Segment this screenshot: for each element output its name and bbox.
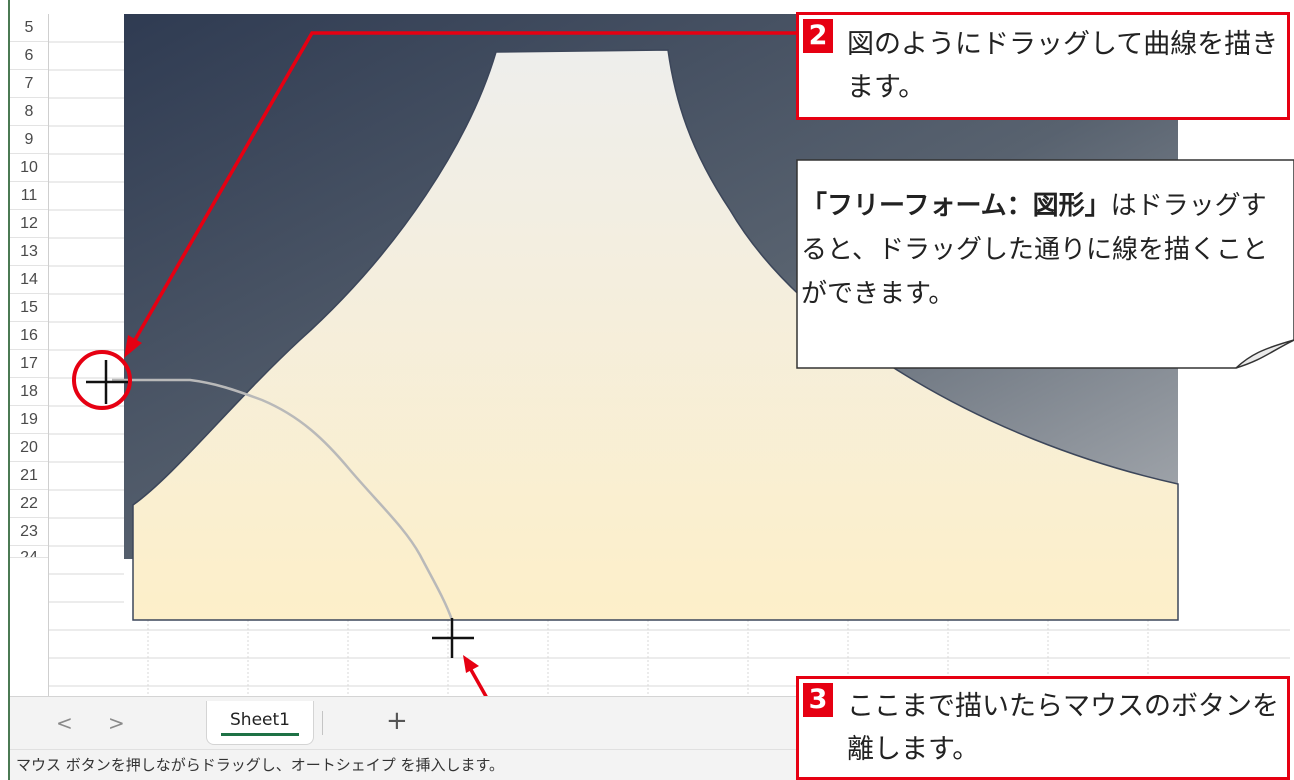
callout-step-3: 3 ここまで描いたらマウスのボタンを離します。 <box>796 676 1290 780</box>
next-sheet-button[interactable]: > <box>108 711 125 735</box>
sheet-tab-sheet1[interactable]: Sheet1 <box>206 701 314 745</box>
row-number[interactable]: 6 <box>10 42 48 70</box>
row-number[interactable]: 18 <box>10 378 48 406</box>
row-number[interactable]: 14 <box>10 266 48 294</box>
row-number[interactable]: 5 <box>10 14 48 42</box>
callout-step-2-text: 図のようにドラッグして曲線を描きます。 <box>847 29 1279 103</box>
callout-step-2: 2 図のようにドラッグして曲線を描きます。 <box>796 12 1290 120</box>
prev-sheet-button[interactable]: < <box>56 711 73 735</box>
note-term: 「フリーフォーム：図形」 <box>801 191 1111 221</box>
row-number[interactable]: 15 <box>10 294 48 322</box>
row-number[interactable]: 22 <box>10 490 48 518</box>
status-message: マウス ボタンを押しながらドラッグし、オートシェイプ を挿入します。 <box>16 756 505 774</box>
tab-divider <box>322 711 323 735</box>
row-number[interactable]: 12 <box>10 210 48 238</box>
row-number[interactable]: 9 <box>10 126 48 154</box>
row-number[interactable]: 11 <box>10 182 48 210</box>
row-number[interactable]: 13 <box>10 238 48 266</box>
row-number[interactable]: 23 <box>10 518 48 546</box>
end-point-crosshair-icon <box>432 618 474 658</box>
excel-window: 5 6 7 8 9 10 11 12 13 14 15 16 17 18 19 20 21 22 23 24 < > … <box>0 0 1294 780</box>
step-2-badge: 2 <box>803 19 833 53</box>
row-number[interactable]: 20 <box>10 434 48 462</box>
row-number[interactable]: 17 <box>10 350 48 378</box>
row-number[interactable]: 19 <box>10 406 48 434</box>
row-number[interactable]: 24 <box>10 546 48 558</box>
add-sheet-button[interactable]: + <box>386 705 408 737</box>
status-bar: マウス ボタンを押しながらドラッグし、オートシェイプ を挿入します。 <box>10 749 800 780</box>
row-number[interactable]: 21 <box>10 462 48 490</box>
sheet-tab-label: Sheet1 <box>230 710 290 730</box>
active-tab-indicator <box>221 733 299 736</box>
row-number[interactable]: 10 <box>10 154 48 182</box>
row-number[interactable]: 8 <box>10 98 48 126</box>
row-number[interactable]: 16 <box>10 322 48 350</box>
callout-step-3-text: ここまで描いたらマウスのボタンを離します。 <box>847 691 1279 765</box>
row-number[interactable]: 7 <box>10 70 48 98</box>
sheet-tab-bar: < > Sheet1 + <box>10 696 800 749</box>
note-callout: 「フリーフォーム：図形」はドラッグすると、ドラッグした通りに線を描くことができま… <box>797 160 1287 368</box>
step-3-badge: 3 <box>803 683 833 717</box>
